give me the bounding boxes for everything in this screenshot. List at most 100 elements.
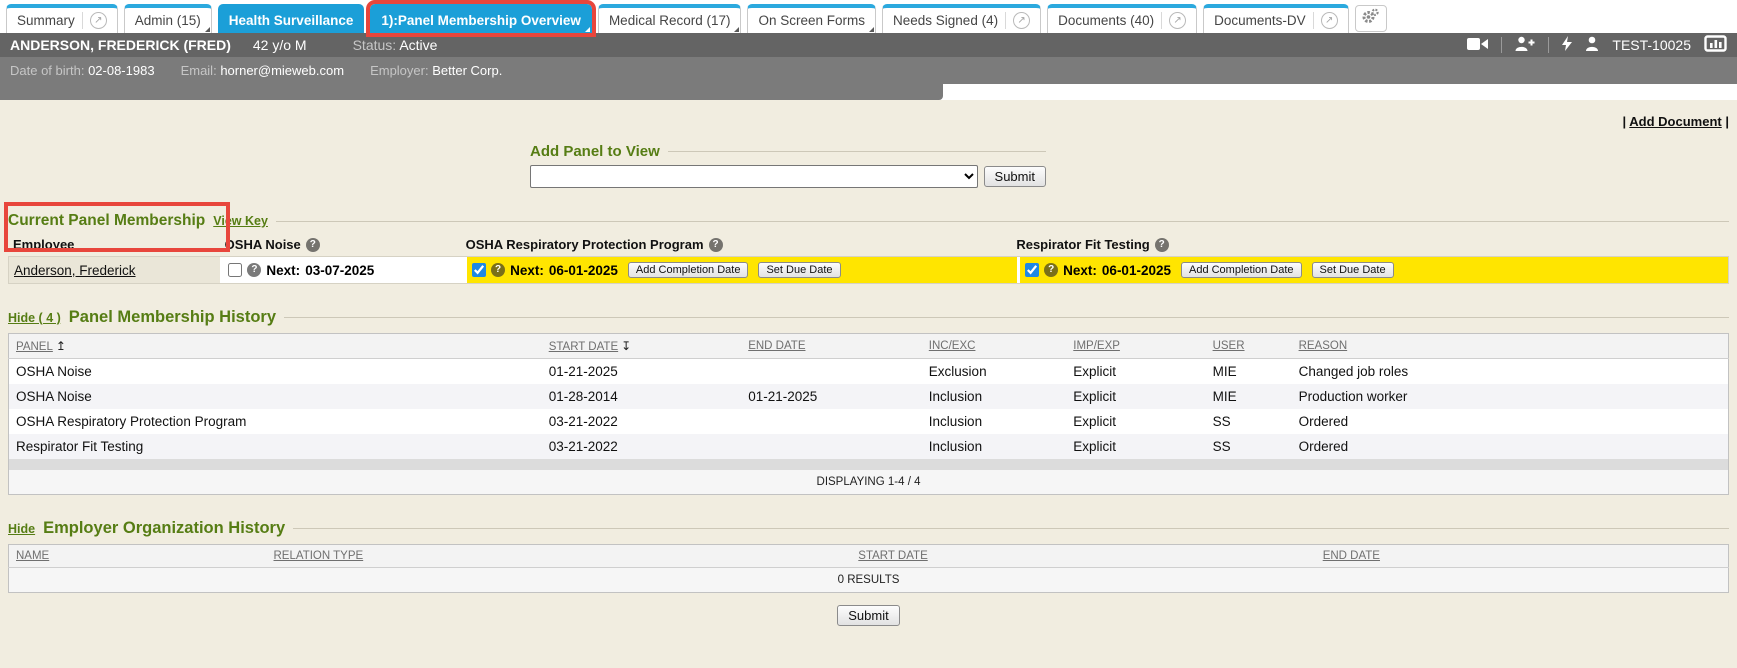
table-row: OSHA Noise01-21-2025ExclusionExplicitMIE… (9, 359, 1729, 385)
tab-summary[interactable]: Summary ↗ (6, 4, 118, 33)
sort-asc-icon[interactable]: ↥ (56, 339, 66, 353)
table-row: OSHA Noise01-28-201401-21-2025InclusionE… (9, 384, 1729, 409)
settings-button[interactable] (1355, 5, 1387, 32)
add-panel-section: Add Panel to View Submit (530, 143, 1046, 188)
sort-desc-icon[interactable]: ↧ (621, 339, 631, 353)
sort-imp-exp[interactable]: IMP/EXP (1073, 340, 1120, 352)
banner-toolbar: TEST-10025 (1467, 35, 1727, 55)
help-icon[interactable]: ? (306, 238, 320, 252)
status-label: Status: (353, 37, 397, 53)
patient-status: Status: Active (353, 37, 438, 53)
view-key-link[interactable]: View Key (213, 214, 268, 228)
sort-user[interactable]: USER (1213, 340, 1245, 352)
employee-cell: Anderson, Frederick (9, 257, 220, 283)
membership-row: Anderson, Frederick ? Next: 03-07-2025 ?… (8, 256, 1729, 284)
add-panel-submit-button[interactable]: Submit (984, 166, 1046, 187)
document-actions: | Add Document | (0, 100, 1737, 129)
history-heading: Panel Membership History (69, 308, 276, 327)
banner-stub (0, 84, 943, 100)
hide-history-link[interactable]: Hide ( 4 ) (8, 311, 61, 325)
tab-needs-signed[interactable]: Needs Signed (4) ↗ (882, 4, 1041, 33)
divider (1005, 12, 1006, 29)
table-row: Respirator Fit Testing03-21-2022Inclusio… (9, 434, 1729, 459)
help-icon[interactable]: ? (1155, 238, 1169, 252)
tab-label: Documents (40) (1058, 13, 1154, 28)
add-completion-date-button[interactable]: Add Completion Date (1181, 262, 1302, 278)
history-header-row: PANEL↥ START DATE↧ END DATE INC/EXC IMP/… (9, 334, 1729, 359)
tab-admin[interactable]: Admin (15) (124, 4, 212, 33)
divider (82, 12, 83, 29)
col-osha-noise: OSHA Noise (225, 237, 301, 252)
osha-respiratory-checkbox[interactable] (472, 263, 486, 277)
sort-reason[interactable]: REASON (1299, 340, 1348, 352)
next-date: 06-01-2025 (1102, 263, 1171, 278)
popout-icon[interactable]: ↗ (1013, 12, 1030, 29)
user-icon[interactable] (1585, 36, 1599, 54)
sort-start-date[interactable]: START DATE (858, 550, 927, 562)
flowsheet-chart-icon[interactable] (1704, 35, 1727, 55)
quick-action-bolt-icon[interactable] (1562, 36, 1572, 54)
email-value: horner@mieweb.com (220, 63, 344, 78)
employee-link[interactable]: Anderson, Frederick (14, 263, 136, 278)
divider (1313, 12, 1314, 29)
patient-demographics: Date of birth: 02-08-1983 Email: horner@… (0, 57, 1737, 84)
legend-line (668, 151, 1046, 152)
chart-id: TEST-10025 (1612, 37, 1691, 53)
sort-end-date[interactable]: END DATE (1323, 550, 1380, 562)
email-label: Email: (181, 63, 217, 78)
patient-name: ANDERSON, FREDERICK (FRED) (10, 37, 231, 53)
sort-start-date[interactable]: START DATE (549, 341, 618, 353)
respirator-fit-checkbox[interactable] (1025, 263, 1039, 277)
dob: Date of birth: 02-08-1983 (10, 63, 155, 78)
help-icon[interactable]: ? (709, 238, 723, 252)
dob-label: Date of birth: (10, 63, 84, 78)
add-person-icon[interactable] (1515, 36, 1535, 54)
status-value: Active (399, 37, 437, 53)
video-call-icon[interactable] (1467, 37, 1488, 54)
tab-label: Admin (15) (135, 13, 201, 28)
tab-medical-record[interactable]: Medical Record (17) (598, 4, 742, 33)
page: Summary ↗ Admin (15) Health Surveillance… (0, 0, 1737, 668)
tab-panel-membership-overview[interactable]: 1):Panel Membership Overview (370, 4, 592, 33)
membership-header-row: Employee OSHA Noise? OSHA Respiratory Pr… (8, 235, 1729, 254)
tab-health-surveillance[interactable]: Health Surveillance (218, 4, 365, 33)
osha-noise-checkbox[interactable] (228, 263, 242, 277)
add-completion-date-button[interactable]: Add Completion Date (628, 262, 749, 278)
help-icon[interactable]: ? (247, 263, 261, 277)
add-document-link[interactable]: Add Document (1629, 114, 1721, 129)
popout-icon[interactable]: ↗ (90, 12, 107, 29)
tab-documents-dv[interactable]: Documents-DV ↗ (1203, 4, 1349, 33)
set-due-date-button[interactable]: Set Due Date (1312, 262, 1394, 278)
scrollbar-band[interactable] (9, 459, 1729, 470)
popout-icon[interactable]: ↗ (1321, 12, 1338, 29)
tab-label: Health Surveillance (229, 13, 354, 28)
hide-employer-link[interactable]: Hide (8, 522, 35, 536)
sort-end-date[interactable]: END DATE (748, 340, 805, 352)
employer-submit-button[interactable]: Submit (837, 605, 899, 626)
main-content: | Add Document | Add Panel to View Submi… (0, 100, 1737, 668)
sort-inc-exc[interactable]: INC/EXC (929, 340, 976, 352)
membership-history-table: PANEL↥ START DATE↧ END DATE INC/EXC IMP/… (8, 333, 1729, 495)
col-respirator-fit: Respirator Fit Testing (1016, 237, 1149, 252)
popout-icon[interactable]: ↗ (1169, 12, 1186, 29)
sort-relation-type[interactable]: RELATION TYPE (274, 550, 364, 562)
tab-on-screen-forms[interactable]: On Screen Forms (747, 4, 876, 33)
sort-name[interactable]: NAME (16, 550, 49, 562)
sort-panel[interactable]: PANEL (16, 341, 53, 353)
add-panel-legend: Add Panel to View (530, 143, 660, 160)
help-icon[interactable]: ? (491, 263, 505, 277)
osha-respiratory-cell: ? Next: 06-01-2025 Add Completion Date S… (467, 257, 1017, 283)
set-due-date-button[interactable]: Set Due Date (758, 262, 840, 278)
pipe: | (1623, 114, 1627, 129)
tab-documents[interactable]: Documents (40) ↗ (1047, 4, 1197, 33)
divider (1548, 37, 1549, 53)
legend-line (293, 528, 1729, 529)
help-icon[interactable]: ? (1044, 263, 1058, 277)
tab-label: On Screen Forms (758, 13, 865, 28)
employer-label: Employer: (370, 63, 429, 78)
legend-line (284, 317, 1729, 318)
osha-noise-cell: ? Next: 03-07-2025 (223, 257, 464, 283)
employer-history-table: NAME RELATION TYPE START DATE END DATE 0… (8, 544, 1729, 593)
panel-select[interactable] (530, 165, 978, 188)
email: Email: horner@mieweb.com (181, 63, 345, 78)
